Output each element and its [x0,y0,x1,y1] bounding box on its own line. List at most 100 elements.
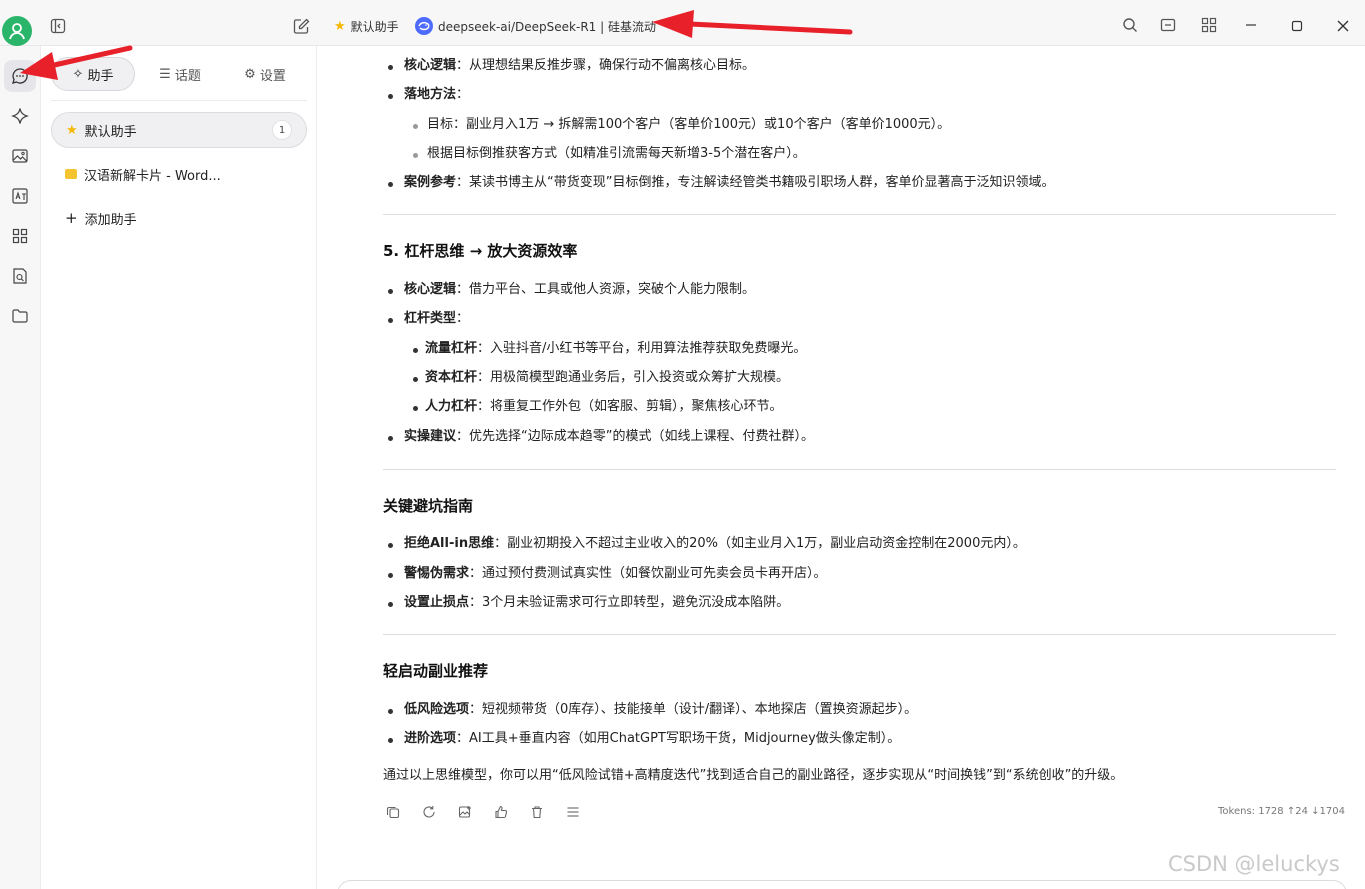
add-assistant-button[interactable]: + 添加助手 [51,200,307,236]
bullet [388,436,393,441]
bullet [388,738,393,743]
list-item: 核心逻辑：借力平台、工具或他人资源，突破个人能力限制。 [404,282,756,297]
new-chat-icon[interactable] [291,16,311,36]
bullet [413,153,418,158]
copy-icon[interactable] [383,802,403,822]
list-item: 案例参考：某读书博主从“带货变现”目标倒推，专注解读经管类书籍吸引职场人群，客单… [404,175,1055,190]
divider [383,469,1336,470]
list-item: 落地方法： [404,87,470,102]
star-icon: ★ [66,122,78,138]
gear-icon: ⚙ [244,66,256,82]
tab-settings[interactable]: ⚙ 设置 [225,57,305,91]
list-item: 核心逻辑：从理想结果反推步骤，确保行动不偏离核心目标。 [404,58,756,73]
star-icon: ★ [334,18,346,34]
chat-bubble-icon [12,68,28,84]
tab-settings-label: 设置 [259,68,286,84]
add-assistant-label: 添加助手 [84,212,137,228]
bullet [413,124,418,129]
bullet [413,348,418,353]
list-item: 拒绝All-in思维：副业初期投入不超过主业收入的20%（如主业月入1万，副业启… [404,536,1026,551]
nav-rail [0,46,41,889]
deepseek-logo-icon [415,17,433,35]
rail-files-button[interactable] [4,300,36,332]
fullscreen-icon[interactable] [1159,16,1177,34]
bullet [413,406,418,411]
tab-assistants-label: 助手 [87,68,114,84]
sidebar-tabs: ✧ 助手 ☰ 话题 ⚙ 设置 [51,56,307,92]
bullet [388,318,393,323]
list-item: 根据目标倒推获客方式（如精准引流需每天新增3-5个潜在客户）。 [427,146,806,161]
bullet [388,573,393,578]
sparkle-icon [11,108,29,124]
minimize-icon[interactable] [1242,16,1260,34]
list-item: 设置止损点：3个月未验证需求可行立即转型，避免沉没成本陷阱。 [404,595,790,610]
model-tab-label: deepseek-ai/DeepSeek-R1 | 硅基流动 [438,19,656,34]
bullet [388,182,393,187]
tab-topics-label: 话题 [174,68,201,84]
bullet [388,289,393,294]
rail-translate-button[interactable] [4,180,36,212]
section-heading: 5. 杠杆思维 → 放大资源效率 [383,242,578,260]
close-icon[interactable] [1334,17,1352,35]
tab-topics[interactable]: ☰ 话题 [135,57,225,91]
bullet [388,602,393,607]
title-bar: ★ 默认助手 deepseek-ai/DeepSeek-R1 | 硅基流动 [0,0,1365,46]
delete-icon[interactable] [527,802,547,822]
apps-icon [12,228,28,244]
rail-chat-button[interactable] [4,60,36,92]
translate-icon [12,188,28,204]
image-icon [12,149,28,163]
list-item: 实操建议：优先选择“边际成本趋零”的模式（如线上课程、付费社群）。 [404,429,814,444]
user-avatar[interactable] [2,16,32,46]
topic-count-badge: 1 [272,120,292,140]
more-menu-icon[interactable] [563,802,583,822]
chat-input-box[interactable] [337,880,1347,889]
list-item: 杠杆类型： [404,311,470,326]
search-icon[interactable] [1121,16,1139,34]
sparkle-icon: ✧ [72,66,84,82]
assistant-item-label: 默认助手 [84,124,137,140]
section-heading: 轻启动副业推荐 [383,662,489,680]
regenerate-icon[interactable] [419,802,439,822]
folder-icon [12,309,28,323]
list-item: 人力杠杆：将重复工作外包（如客服、剪辑），聚焦核心环节。 [425,399,783,414]
assistant-tab-label: 默认助手 [350,19,399,34]
rail-knowledge-button[interactable] [4,260,36,292]
list-icon: ☰ [159,66,171,82]
assistant-item-label: 汉语新解卡片 - Word... [84,168,221,184]
list-item: 进阶选项：AI工具+垂直内容（如用ChatGPT写职场干货，Midjourney… [404,731,901,746]
watermark: CSDN @leluckys [1168,852,1340,876]
list-item: 流量杠杆：入驻抖音/小红书等平台，利用算法推荐获取免费曝光。 [425,341,807,356]
card-icon [65,169,77,179]
bullet [388,94,393,99]
list-item: 警惕伪需求：通过预付费测试真实性（如餐饮副业可先卖会员卡再开店）。 [404,566,827,581]
sidebar-toggle-icon[interactable] [48,16,68,36]
sidebar-divider [51,100,307,101]
plus-icon: + [65,209,78,227]
maximize-icon[interactable] [1288,17,1306,35]
divider [383,214,1336,215]
list-item: 目标：副业月入1万 → 拆解需100个客户（客单价100元）或10个客户（客单价… [427,117,951,132]
bullet [413,377,418,382]
assistant-sidebar: ✧ 助手 ☰ 话题 ⚙ 设置 ★ 默认助手 1 汉语新解卡片 - Word...… [41,46,317,889]
document-search-icon [13,268,27,284]
export-image-icon[interactable] [455,802,475,822]
assistant-tab[interactable]: ★ 默认助手 [334,17,399,35]
assistant-item-word-card[interactable]: 汉语新解卡片 - Word... [51,156,307,192]
user-icon [9,23,25,40]
bullet [388,65,393,70]
bullet [388,709,393,714]
assistant-item-default[interactable]: ★ 默认助手 1 [51,112,307,148]
conclusion-paragraph: 通过以上思维模型，你可以用“低风险试错+高精度迭代”找到适合自己的副业路径，逐步… [383,768,1124,783]
rail-image-button[interactable] [4,140,36,172]
section-heading: 关键避坑指南 [383,497,474,515]
rail-agents-button[interactable] [4,100,36,132]
tab-assistants[interactable]: ✧ 助手 [51,57,135,91]
bullet [388,543,393,548]
token-count: Tokens: 1728 ↑24 ↓1704 [1218,806,1345,817]
rail-apps-button[interactable] [4,220,36,252]
thumbs-up-icon[interactable] [491,802,511,822]
apps-grid-icon[interactable] [1200,16,1218,34]
model-tab[interactable]: deepseek-ai/DeepSeek-R1 | 硅基流动 [415,17,656,35]
divider [383,634,1336,635]
